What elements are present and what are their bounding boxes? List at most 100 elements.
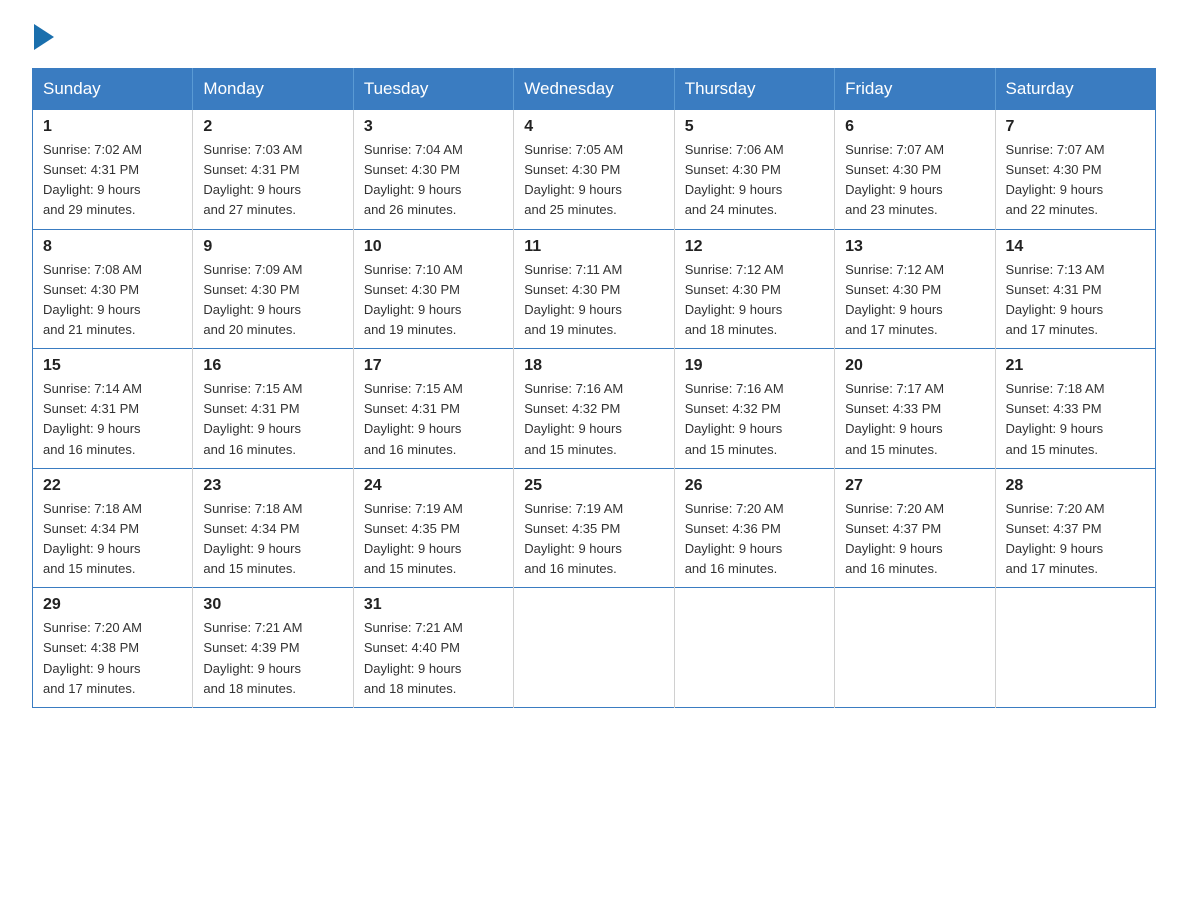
- day-info: Sunrise: 7:08 AMSunset: 4:30 PMDaylight:…: [43, 260, 182, 341]
- day-info: Sunrise: 7:19 AMSunset: 4:35 PMDaylight:…: [524, 499, 663, 580]
- calendar-cell: 9 Sunrise: 7:09 AMSunset: 4:30 PMDaylight…: [193, 229, 353, 349]
- day-number: 28: [1006, 477, 1145, 495]
- day-number: 11: [524, 238, 663, 256]
- day-info: Sunrise: 7:20 AMSunset: 4:38 PMDaylight:…: [43, 618, 182, 699]
- day-number: 12: [685, 238, 824, 256]
- day-number: 5: [685, 118, 824, 136]
- calendar-cell: 17 Sunrise: 7:15 AMSunset: 4:31 PMDayligh…: [353, 349, 513, 469]
- calendar-cell: 7Sunrise: 7:07 AMSunset: 4:30 PMDaylight…: [995, 110, 1155, 230]
- calendar-cell: 10 Sunrise: 7:10 AMSunset: 4:30 PMDayligh…: [353, 229, 513, 349]
- calendar-week-row: 22 Sunrise: 7:18 AMSunset: 4:34 PMDayligh…: [33, 468, 1156, 588]
- calendar-cell: 22 Sunrise: 7:18 AMSunset: 4:34 PMDayligh…: [33, 468, 193, 588]
- calendar-cell: 21 Sunrise: 7:18 AMSunset: 4:33 PMDayligh…: [995, 349, 1155, 469]
- day-number: 25: [524, 477, 663, 495]
- weekday-header-friday: Friday: [835, 69, 995, 110]
- day-number: 29: [43, 596, 182, 614]
- day-info: Sunrise: 7:18 AMSunset: 4:33 PMDaylight:…: [1006, 379, 1145, 460]
- day-info: Sunrise: 7:18 AMSunset: 4:34 PMDaylight:…: [203, 499, 342, 580]
- day-number: 23: [203, 477, 342, 495]
- calendar-cell: [514, 588, 674, 708]
- day-info: Sunrise: 7:19 AMSunset: 4:35 PMDaylight:…: [364, 499, 503, 580]
- day-number: 4: [524, 118, 663, 136]
- calendar-cell: [835, 588, 995, 708]
- day-number: 18: [524, 357, 663, 375]
- page-header: [32, 24, 1156, 50]
- calendar-cell: 25 Sunrise: 7:19 AMSunset: 4:35 PMDayligh…: [514, 468, 674, 588]
- calendar-cell: 5 Sunrise: 7:06 AMSunset: 4:30 PMDaylight…: [674, 110, 834, 230]
- calendar-week-row: 29 Sunrise: 7:20 AMSunset: 4:38 PMDayligh…: [33, 588, 1156, 708]
- calendar-cell: 15Sunrise: 7:14 AMSunset: 4:31 PMDayligh…: [33, 349, 193, 469]
- calendar-week-row: 1 Sunrise: 7:02 AMSunset: 4:31 PMDaylight…: [33, 110, 1156, 230]
- day-info: Sunrise: 7:16 AMSunset: 4:32 PMDaylight:…: [524, 379, 663, 460]
- day-number: 22: [43, 477, 182, 495]
- day-info: Sunrise: 7:18 AMSunset: 4:34 PMDaylight:…: [43, 499, 182, 580]
- calendar-cell: 20 Sunrise: 7:17 AMSunset: 4:33 PMDayligh…: [835, 349, 995, 469]
- calendar-cell: 12 Sunrise: 7:12 AMSunset: 4:30 PMDayligh…: [674, 229, 834, 349]
- day-info: Sunrise: 7:12 AMSunset: 4:30 PMDaylight:…: [845, 260, 984, 341]
- day-number: 31: [364, 596, 503, 614]
- day-info: Sunrise: 7:02 AMSunset: 4:31 PMDaylight:…: [43, 140, 182, 221]
- logo-triangle-icon: [34, 24, 54, 50]
- day-number: 30: [203, 596, 342, 614]
- calendar-cell: 16 Sunrise: 7:15 AMSunset: 4:31 PMDayligh…: [193, 349, 353, 469]
- day-number: 27: [845, 477, 984, 495]
- calendar-cell: 23 Sunrise: 7:18 AMSunset: 4:34 PMDayligh…: [193, 468, 353, 588]
- calendar-cell: 28Sunrise: 7:20 AMSunset: 4:37 PMDayligh…: [995, 468, 1155, 588]
- calendar-cell: 18 Sunrise: 7:16 AMSunset: 4:32 PMDayligh…: [514, 349, 674, 469]
- day-number: 7: [1006, 118, 1145, 136]
- calendar-body: 1 Sunrise: 7:02 AMSunset: 4:31 PMDaylight…: [33, 110, 1156, 708]
- day-info: Sunrise: 7:15 AMSunset: 4:31 PMDaylight:…: [364, 379, 503, 460]
- calendar-cell: 14Sunrise: 7:13 AMSunset: 4:31 PMDayligh…: [995, 229, 1155, 349]
- calendar-cell: 8 Sunrise: 7:08 AMSunset: 4:30 PMDaylight…: [33, 229, 193, 349]
- day-info: Sunrise: 7:17 AMSunset: 4:33 PMDaylight:…: [845, 379, 984, 460]
- day-number: 13: [845, 238, 984, 256]
- day-info: Sunrise: 7:12 AMSunset: 4:30 PMDaylight:…: [685, 260, 824, 341]
- calendar-cell: 3 Sunrise: 7:04 AMSunset: 4:30 PMDaylight…: [353, 110, 513, 230]
- day-number: 9: [203, 238, 342, 256]
- day-number: 6: [845, 118, 984, 136]
- calendar-cell: [995, 588, 1155, 708]
- calendar-cell: 27 Sunrise: 7:20 AMSunset: 4:37 PMDayligh…: [835, 468, 995, 588]
- calendar-week-row: 8 Sunrise: 7:08 AMSunset: 4:30 PMDaylight…: [33, 229, 1156, 349]
- day-info: Sunrise: 7:21 AMSunset: 4:40 PMDaylight:…: [364, 618, 503, 699]
- calendar-cell: 24 Sunrise: 7:19 AMSunset: 4:35 PMDayligh…: [353, 468, 513, 588]
- logo: [32, 24, 54, 50]
- day-number: 17: [364, 357, 503, 375]
- day-info: Sunrise: 7:20 AMSunset: 4:36 PMDaylight:…: [685, 499, 824, 580]
- weekday-header-thursday: Thursday: [674, 69, 834, 110]
- calendar-table: SundayMondayTuesdayWednesdayThursdayFrid…: [32, 68, 1156, 708]
- day-info: Sunrise: 7:15 AMSunset: 4:31 PMDaylight:…: [203, 379, 342, 460]
- day-number: 16: [203, 357, 342, 375]
- calendar-cell: 1 Sunrise: 7:02 AMSunset: 4:31 PMDaylight…: [33, 110, 193, 230]
- day-number: 26: [685, 477, 824, 495]
- day-info: Sunrise: 7:21 AMSunset: 4:39 PMDaylight:…: [203, 618, 342, 699]
- day-number: 1: [43, 118, 182, 136]
- day-number: 8: [43, 238, 182, 256]
- weekday-header-wednesday: Wednesday: [514, 69, 674, 110]
- weekday-header-tuesday: Tuesday: [353, 69, 513, 110]
- day-info: Sunrise: 7:14 AMSunset: 4:31 PMDaylight:…: [43, 379, 182, 460]
- calendar-header: SundayMondayTuesdayWednesdayThursdayFrid…: [33, 69, 1156, 110]
- day-number: 20: [845, 357, 984, 375]
- calendar-cell: 13 Sunrise: 7:12 AMSunset: 4:30 PMDayligh…: [835, 229, 995, 349]
- day-number: 21: [1006, 357, 1145, 375]
- day-info: Sunrise: 7:07 AMSunset: 4:30 PMDaylight:…: [845, 140, 984, 221]
- day-info: Sunrise: 7:10 AMSunset: 4:30 PMDaylight:…: [364, 260, 503, 341]
- day-number: 10: [364, 238, 503, 256]
- calendar-cell: 2Sunrise: 7:03 AMSunset: 4:31 PMDaylight…: [193, 110, 353, 230]
- day-info: Sunrise: 7:13 AMSunset: 4:31 PMDaylight:…: [1006, 260, 1145, 341]
- calendar-cell: [674, 588, 834, 708]
- calendar-cell: 29 Sunrise: 7:20 AMSunset: 4:38 PMDayligh…: [33, 588, 193, 708]
- day-info: Sunrise: 7:20 AMSunset: 4:37 PMDaylight:…: [845, 499, 984, 580]
- day-info: Sunrise: 7:11 AMSunset: 4:30 PMDaylight:…: [524, 260, 663, 341]
- day-info: Sunrise: 7:06 AMSunset: 4:30 PMDaylight:…: [685, 140, 824, 221]
- weekday-header-saturday: Saturday: [995, 69, 1155, 110]
- day-number: 2: [203, 118, 342, 136]
- day-info: Sunrise: 7:16 AMSunset: 4:32 PMDaylight:…: [685, 379, 824, 460]
- day-info: Sunrise: 7:09 AMSunset: 4:30 PMDaylight:…: [203, 260, 342, 341]
- day-number: 24: [364, 477, 503, 495]
- day-info: Sunrise: 7:05 AMSunset: 4:30 PMDaylight:…: [524, 140, 663, 221]
- day-number: 3: [364, 118, 503, 136]
- calendar-week-row: 15Sunrise: 7:14 AMSunset: 4:31 PMDayligh…: [33, 349, 1156, 469]
- day-info: Sunrise: 7:04 AMSunset: 4:30 PMDaylight:…: [364, 140, 503, 221]
